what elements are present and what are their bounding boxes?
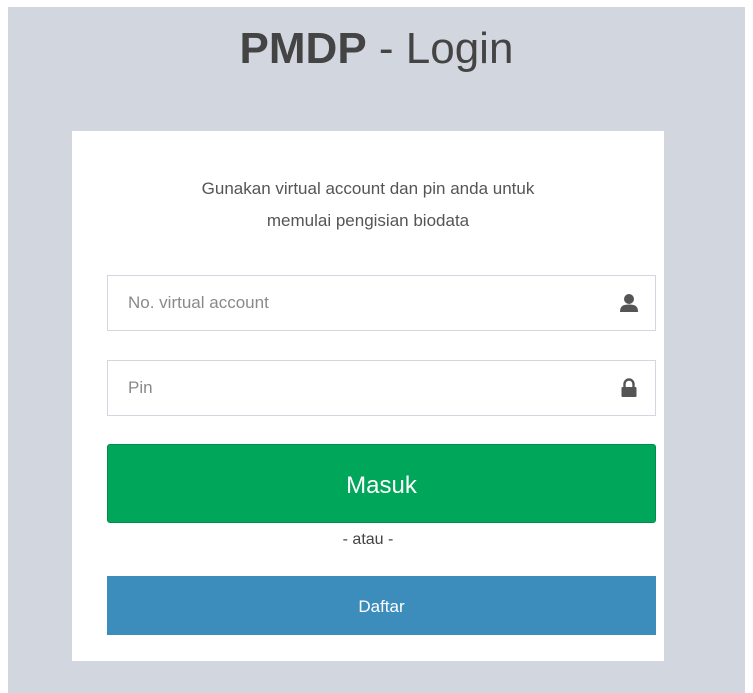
pin-field [107, 360, 656, 416]
logo-suffix: - Login [366, 24, 514, 73]
virtual-account-field [107, 275, 656, 331]
login-message-line-2: memulai pengisian biodata [266, 211, 470, 230]
or-separator: - atau - [342, 531, 394, 548]
login-message-line-1: Gunakan virtual account dan pin anda unt… [201, 179, 535, 198]
login-message: Gunakan virtual account dan pin anda unt… [72, 173, 664, 237]
pin-input[interactable] [108, 361, 655, 415]
login-page: PMDP - Login Gunakan virtual account dan… [8, 7, 745, 693]
login-button[interactable]: Masuk [107, 444, 656, 523]
login-box: Gunakan virtual account dan pin anda unt… [72, 131, 664, 661]
user-icon [620, 294, 638, 312]
logo-brand: PMDP [239, 24, 367, 73]
login-logo: PMDP - Login [8, 21, 745, 77]
register-button[interactable]: Daftar [107, 576, 656, 635]
virtual-account-input[interactable] [108, 276, 655, 330]
lock-icon [621, 378, 637, 397]
